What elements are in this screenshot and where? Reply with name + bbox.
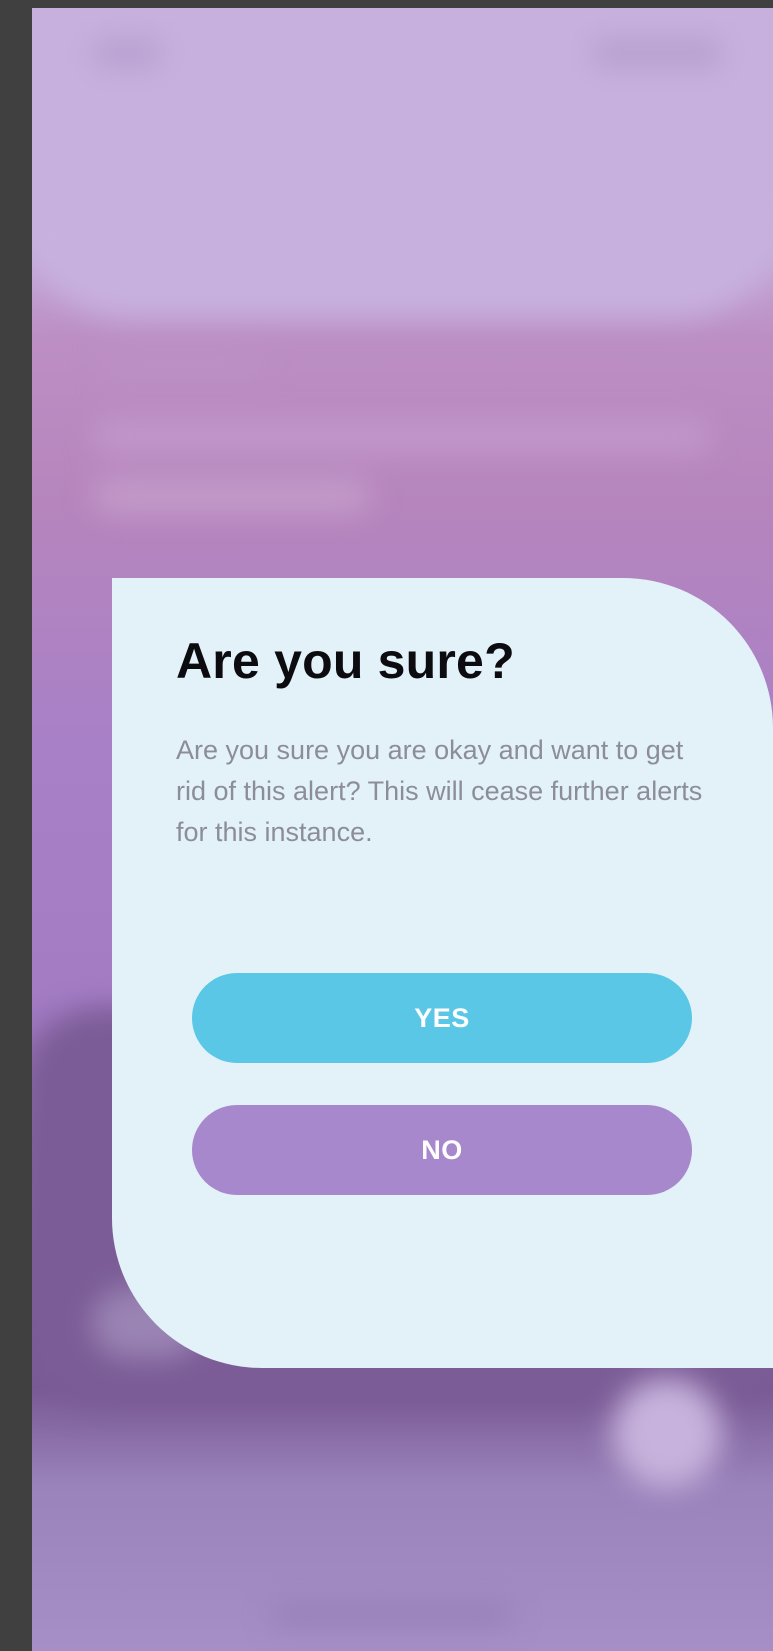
app-screen: Are you sure? Are you sure you are okay …	[32, 8, 773, 1651]
background-fab	[612, 1378, 722, 1488]
no-button[interactable]: NO	[192, 1105, 692, 1195]
confirm-dialog: Are you sure? Are you sure you are okay …	[112, 578, 773, 1368]
background-text-line	[92, 418, 712, 454]
yes-button[interactable]: YES	[192, 973, 692, 1063]
home-indicator	[272, 1608, 512, 1622]
dialog-title: Are you sure?	[176, 633, 515, 689]
background-status-time	[92, 38, 162, 68]
device-frame: Are you sure? Are you sure you are okay …	[0, 0, 773, 1651]
background-status-icons	[592, 38, 722, 68]
dialog-message: Are you sure you are okay and want to ge…	[176, 735, 703, 847]
background-text-line	[92, 478, 372, 514]
background-text-line	[102, 353, 262, 375]
